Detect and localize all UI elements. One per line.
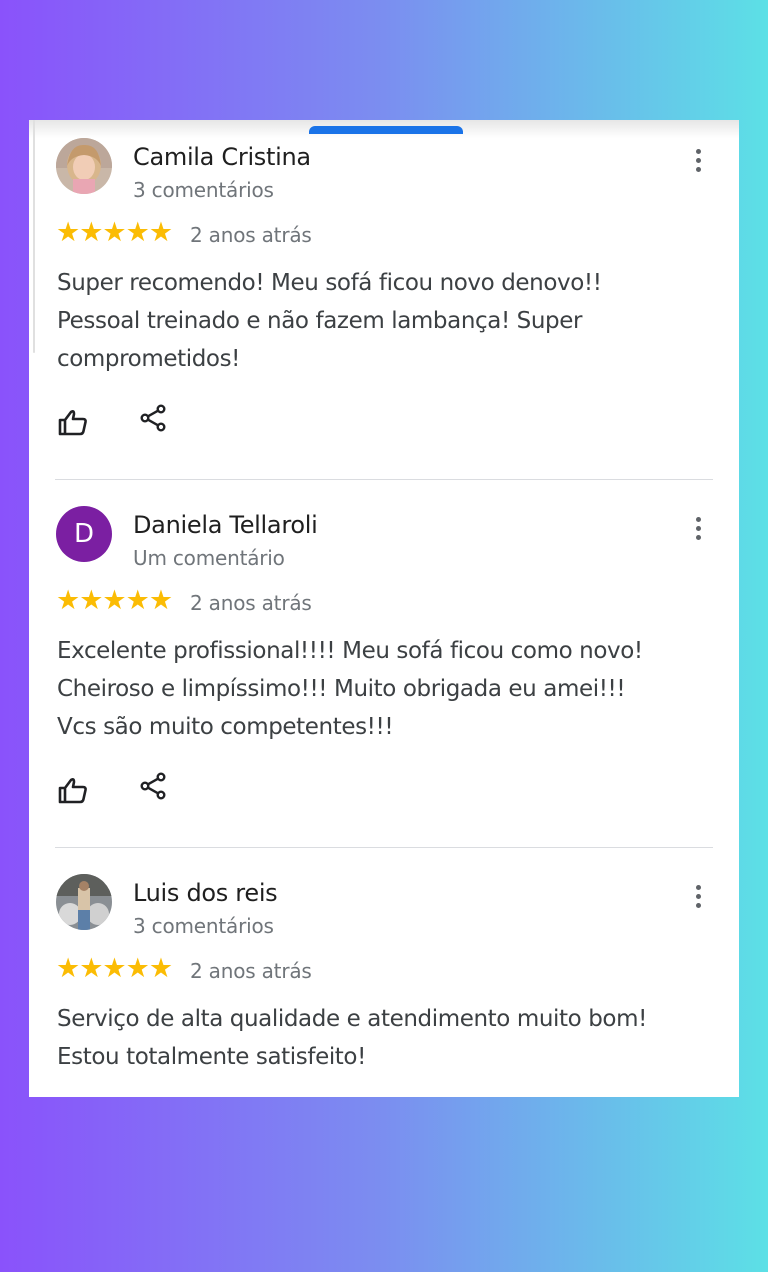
review-text: Serviço de alta qualidade e atendimento … bbox=[57, 1000, 707, 1076]
review-text-line: Pessoal treinado e não fazem lambança! S… bbox=[57, 308, 583, 334]
review-divider bbox=[55, 479, 713, 480]
like-icon[interactable] bbox=[57, 406, 89, 438]
star-rating: ★★★★★ bbox=[56, 217, 173, 248]
review-text-line: Vcs são muito competentes!!! bbox=[57, 714, 394, 740]
review-actions bbox=[57, 404, 197, 442]
review-text-line: Excelente profissional!!!! Meu sofá fico… bbox=[57, 638, 643, 664]
review-time: 2 anos atrás bbox=[190, 591, 312, 615]
reviewer-avatar[interactable]: D bbox=[56, 506, 112, 562]
edge-divider bbox=[33, 120, 35, 353]
reviewer-avatar[interactable] bbox=[56, 138, 112, 194]
more-vert-icon[interactable] bbox=[693, 517, 703, 545]
review-text: Super recomendo! Meu sofá ficou novo den… bbox=[57, 264, 707, 378]
review-divider bbox=[55, 847, 713, 848]
review-text-line: comprometidos! bbox=[57, 346, 240, 372]
reviewer-review-count: 3 comentários bbox=[133, 178, 274, 202]
more-vert-icon[interactable] bbox=[693, 885, 703, 913]
review-text-line: Super recomendo! Meu sofá ficou novo den… bbox=[57, 270, 602, 296]
reviewer-name[interactable]: Camila Cristina bbox=[133, 143, 311, 171]
like-icon[interactable] bbox=[57, 774, 89, 806]
review-text: Excelente profissional!!!! Meu sofá fico… bbox=[57, 632, 707, 746]
active-tab-indicator bbox=[309, 126, 463, 134]
reviewer-review-count: 3 comentários bbox=[133, 914, 274, 938]
avatar-photo-icon bbox=[56, 138, 112, 194]
reviewer-review-count: Um comentário bbox=[133, 546, 285, 570]
review-time: 2 anos atrás bbox=[190, 223, 312, 247]
avatar-photo-icon bbox=[56, 874, 112, 930]
reviews-card: Camila Cristina 3 comentários ★★★★★ 2 an… bbox=[29, 120, 739, 1097]
star-rating: ★★★★★ bbox=[56, 953, 173, 984]
reviewer-name[interactable]: Daniela Tellaroli bbox=[133, 511, 318, 539]
share-icon[interactable] bbox=[137, 770, 169, 802]
star-rating: ★★★★★ bbox=[56, 585, 173, 616]
review-time: 2 anos atrás bbox=[190, 959, 312, 983]
reviewer-name[interactable]: Luis dos reis bbox=[133, 879, 278, 907]
review-text-line: Cheiroso e limpíssimo!!! Muito obrigada … bbox=[57, 676, 626, 702]
more-vert-icon[interactable] bbox=[693, 149, 703, 177]
review-text-line: Estou totalmente satisfeito! bbox=[57, 1044, 366, 1070]
review-actions bbox=[57, 772, 197, 810]
review-text-line: Serviço de alta qualidade e atendimento … bbox=[57, 1006, 647, 1032]
reviewer-avatar[interactable] bbox=[56, 874, 112, 930]
share-icon[interactable] bbox=[137, 402, 169, 434]
